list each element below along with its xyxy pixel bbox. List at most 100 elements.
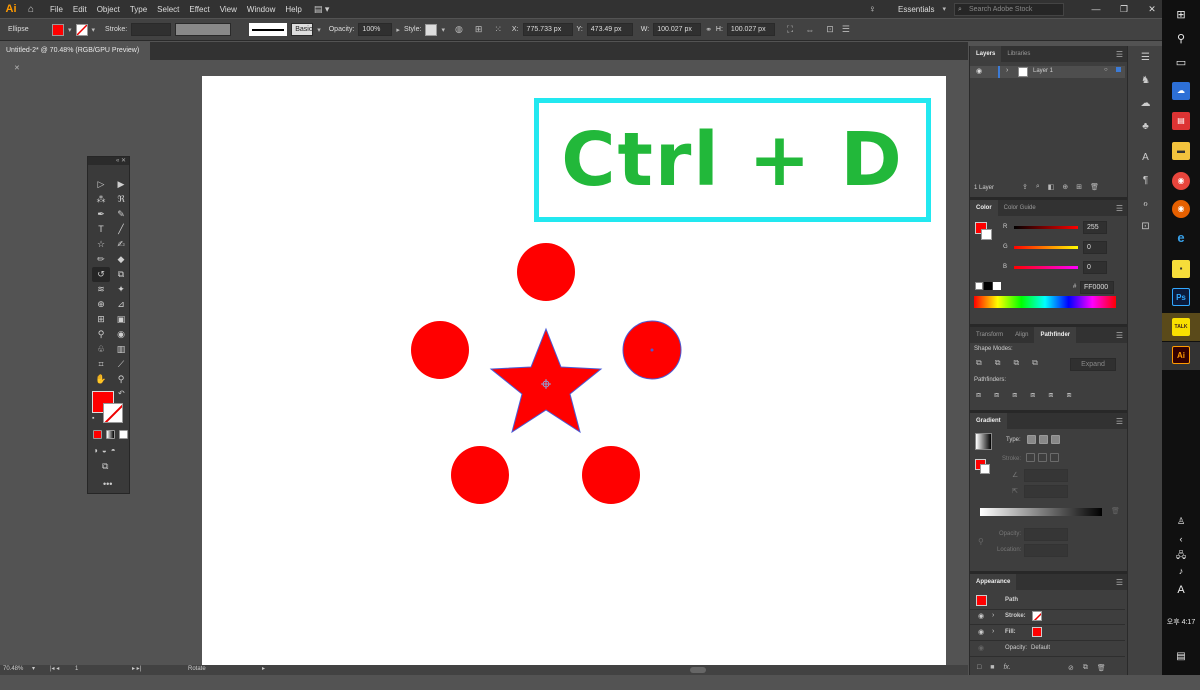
white-swatch[interactable] [993, 282, 1001, 290]
angle-field[interactable] [1024, 469, 1068, 482]
opacity-visibility-eye-icon[interactable]: ◉ [978, 644, 984, 652]
search-icon[interactable]: ⚲ [1162, 26, 1200, 52]
weather-app-icon[interactable]: ☁ [1172, 82, 1190, 100]
color-mode-icon[interactable] [93, 430, 102, 439]
intersect-icon[interactable]: ⧉ [1013, 358, 1019, 368]
paintbrush-tool-icon[interactable]: ✍ [112, 237, 130, 252]
aspect-ratio-field[interactable] [1024, 485, 1068, 498]
add-effect-icon[interactable]: fx. [1003, 664, 1010, 671]
paragraph-icon[interactable]: ¶ [1128, 169, 1163, 192]
expand-fill-icon[interactable]: › [992, 628, 994, 635]
green-slider[interactable] [1014, 246, 1078, 249]
star-tool-icon[interactable]: ☆ [92, 237, 110, 252]
artboard-nav-next-icon[interactable]: ▸ ▸| [132, 665, 141, 672]
scale-tool-icon[interactable]: ⧉ [112, 267, 130, 282]
puppet-warp-tool-icon[interactable]: ✦ [112, 282, 130, 297]
gradient-slider[interactable] [980, 508, 1102, 516]
panel-menu-icon[interactable]: ☰ [1116, 331, 1123, 340]
artboard-tool-icon[interactable]: ⌗ [92, 357, 110, 372]
opentype-icon[interactable]: ℴ [1128, 192, 1163, 215]
green-value-field[interactable]: 0 [1083, 241, 1107, 254]
image-trace-icon[interactable]: ⊡ [1128, 215, 1163, 238]
artboard-nav-icon[interactable]: |◂ ◂ [50, 665, 59, 672]
mesh-tool-icon[interactable]: ⊞ [92, 312, 110, 327]
rotate-tool-icon[interactable]: ↺ [92, 267, 110, 282]
blue-slider[interactable] [1014, 266, 1078, 269]
merge-icon[interactable]: ⧈ [1012, 390, 1017, 400]
chrome-icon[interactable]: ◉ [1172, 172, 1190, 190]
stroke-color-box[interactable] [981, 229, 992, 240]
minus-front-icon[interactable]: ⧉ [995, 358, 1001, 368]
blend-tool-icon[interactable]: ◉ [112, 327, 130, 342]
trim-icon[interactable]: ⧈ [994, 390, 999, 400]
screen-mode-icon[interactable]: ⧉ [102, 461, 108, 472]
symbols-icon[interactable]: ♣ [1128, 115, 1163, 138]
expand-layer-icon[interactable]: › [1006, 67, 1008, 74]
panel-menu-icon[interactable]: ☰ [1116, 578, 1123, 587]
eraser-tool-icon[interactable]: ◆ [112, 252, 130, 267]
ime-indicator[interactable]: A [1162, 577, 1200, 603]
linear-gradient-icon[interactable] [1027, 435, 1036, 444]
artboard-number-field[interactable]: 1 [75, 666, 78, 672]
expand-stroke-icon[interactable]: › [992, 612, 994, 619]
stroke-color-box[interactable] [980, 464, 990, 474]
zoom-level-field[interactable]: 70.48% [3, 666, 23, 672]
tools-panel-header[interactable]: « ✕ [88, 157, 129, 165]
tab-libraries[interactable]: Libraries [1001, 46, 1036, 62]
stroke-along-icon[interactable] [1038, 453, 1047, 462]
app-icon[interactable]: ▤ [1172, 112, 1190, 130]
shape-builder-tool-icon[interactable]: ⊕ [92, 297, 110, 312]
artboards-icon[interactable]: ♞ [1128, 69, 1163, 92]
clock[interactable]: 오후 4:17 [1162, 610, 1200, 636]
column-graph-tool-icon[interactable]: ▥ [112, 342, 130, 357]
photoshop-icon[interactable]: Ps [1172, 288, 1190, 306]
circle-left[interactable] [411, 321, 469, 379]
tab-color-guide[interactable]: Color Guide [998, 200, 1042, 216]
pencil-tool-icon[interactable]: ✏ [92, 252, 110, 267]
default-colors-icon[interactable]: ▪ [92, 415, 94, 422]
panel-menu-icon[interactable]: ☰ [1116, 417, 1123, 426]
symbol-sprayer-tool-icon[interactable]: ♧ [92, 342, 110, 357]
circle-bottom-left[interactable] [451, 446, 509, 504]
sticky-notes-icon[interactable]: ▪ [1172, 260, 1190, 278]
freeform-gradient-icon[interactable] [1051, 435, 1060, 444]
delete-icon[interactable]: 🗑 [1090, 183, 1099, 191]
direct-selection-tool-icon[interactable]: ▶ [112, 177, 130, 192]
exclude-icon[interactable]: ⧉ [1032, 358, 1038, 368]
selection-tool-icon[interactable]: ▷ [92, 177, 110, 192]
delete-stop-icon[interactable]: 🗑 [1111, 507, 1120, 515]
unite-icon[interactable]: ⧉ [976, 358, 982, 368]
circle-bottom-right[interactable] [582, 446, 640, 504]
tab-transform[interactable]: Transform [970, 327, 1009, 343]
divide-icon[interactable]: ⧈ [976, 390, 981, 400]
zoom-tool-icon[interactable]: ⚲ [112, 372, 130, 387]
gradient-tool-icon[interactable]: ▣ [112, 312, 130, 327]
red-slider[interactable] [1014, 226, 1078, 229]
warp-tool-icon[interactable]: ≋ [92, 282, 110, 297]
tab-layers[interactable]: Layers [970, 46, 1002, 62]
add-stroke-icon[interactable]: □ [977, 664, 981, 671]
properties-icon[interactable]: ☰ [1128, 46, 1163, 69]
perspective-grid-tool-icon[interactable]: ⊿ [112, 297, 130, 312]
slice-tool-icon[interactable]: ⟋ [112, 357, 130, 372]
black-swatch[interactable] [984, 282, 992, 290]
layer-name[interactable]: Layer 1 [1033, 68, 1053, 74]
stroke-color-box[interactable] [103, 403, 123, 423]
duplicate-item-icon[interactable]: ⧉ [1083, 664, 1088, 672]
pen-tool-icon[interactable]: ✒ [92, 207, 110, 222]
tab-gradient[interactable]: Gradient [970, 413, 1007, 429]
add-fill-icon[interactable]: ■ [990, 664, 994, 671]
magic-wand-tool-icon[interactable]: ⁂ [92, 192, 110, 207]
appearance-stroke-swatch[interactable] [1032, 611, 1042, 621]
panel-menu-icon[interactable]: ☰ [1116, 204, 1123, 213]
gradient-opacity-field[interactable] [1024, 528, 1068, 541]
none-mode-icon[interactable] [119, 430, 128, 439]
line-segment-tool-icon[interactable]: ╱ [112, 222, 130, 237]
radial-gradient-icon[interactable] [1039, 435, 1048, 444]
tab-pathfinder[interactable]: Pathfinder [1034, 327, 1077, 343]
kakaotalk-icon[interactable]: TALK [1172, 318, 1190, 336]
selection-indicator[interactable] [1116, 67, 1121, 72]
stroke-across-icon[interactable] [1050, 453, 1059, 462]
appearance-fill-swatch[interactable] [1032, 627, 1042, 637]
blue-value-field[interactable]: 0 [1083, 261, 1107, 274]
